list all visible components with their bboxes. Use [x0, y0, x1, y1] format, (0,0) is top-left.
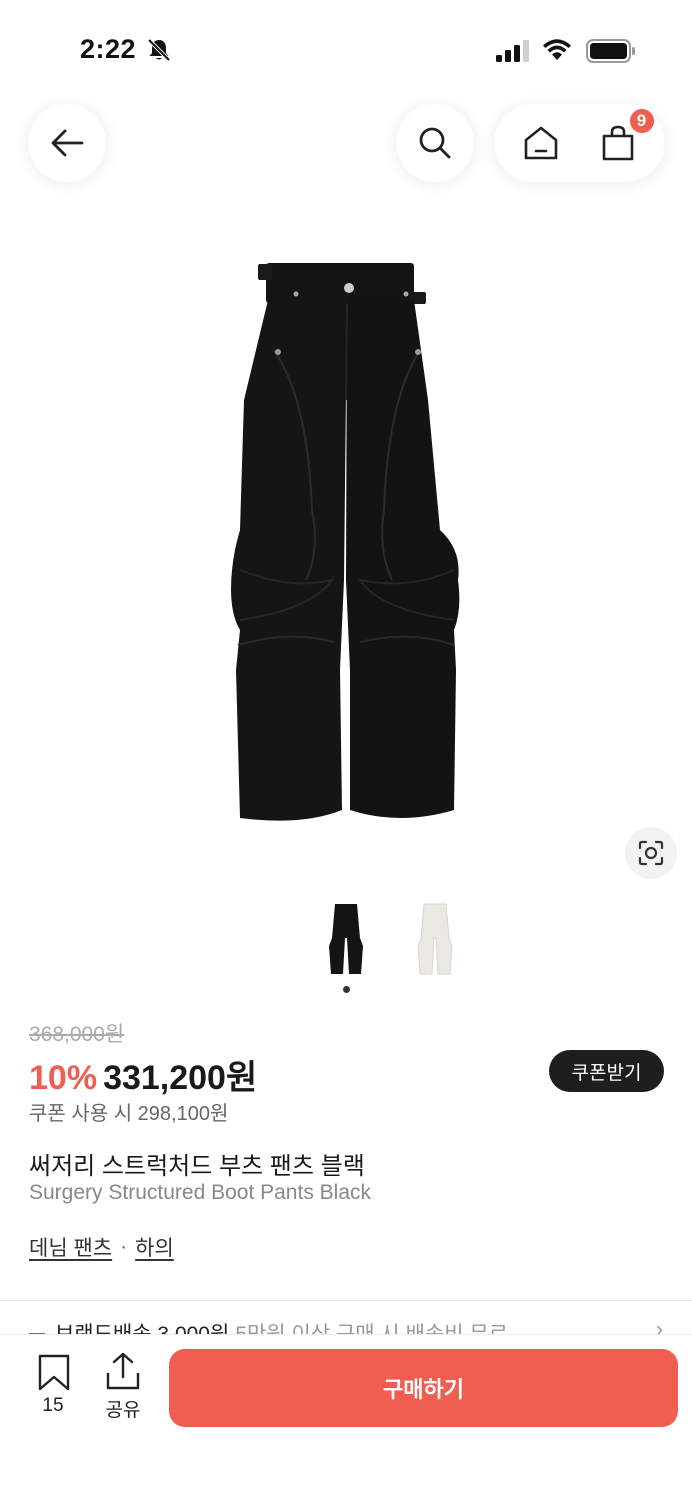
battery-icon	[586, 39, 635, 63]
bell-slash-icon	[147, 38, 171, 62]
thumbnail-white-pants[interactable]	[412, 898, 458, 978]
home-button[interactable]	[519, 121, 563, 165]
category-link-denim-pants[interactable]: 데님 팬츠	[29, 1232, 112, 1262]
get-coupon-button[interactable]: 쿠폰받기	[549, 1050, 664, 1092]
original-price: 368,000원	[29, 1023, 125, 1046]
lens-scan-icon	[638, 840, 664, 866]
buy-button[interactable]: 구매하기	[169, 1349, 678, 1427]
share-label: 공유	[105, 1400, 141, 1421]
discount-rate: 10%	[29, 1059, 98, 1097]
product-name-english: Surgery Structured Boot Pants Black	[29, 1181, 371, 1204]
category-breadcrumb: 데님 팬츠 · 하의	[29, 1232, 174, 1262]
thumbnail-strip	[0, 898, 692, 988]
price-row: 10% 331,200원	[29, 1050, 257, 1099]
cart-count-badge: 9	[627, 107, 656, 135]
home-icon	[524, 126, 557, 160]
visual-search-button[interactable]	[625, 827, 677, 879]
cart-button[interactable]: 9	[596, 107, 656, 165]
back-button[interactable]	[28, 104, 106, 182]
search-icon	[419, 127, 451, 159]
search-button[interactable]	[396, 104, 474, 182]
coupon-price: 쿠폰 사용 시 298,100원	[29, 1103, 229, 1125]
sale-price: 331,200원	[103, 1059, 258, 1097]
category-separator: ·	[120, 1235, 128, 1258]
bookmark-count: 15	[42, 1395, 64, 1416]
back-arrow-icon	[51, 129, 84, 157]
section-divider	[0, 1300, 692, 1301]
nav-right-group: 9	[494, 104, 664, 182]
carousel-indicator-dot	[343, 986, 350, 993]
product-name-korean: 써저리 스트럭처드 부츠 팬츠 블랙	[29, 1153, 365, 1180]
thumbnail-black-pants[interactable]	[323, 898, 369, 978]
bottom-action-bar: 15 공유 구매하기	[0, 1334, 692, 1500]
category-link-bottoms[interactable]: 하의	[135, 1232, 174, 1262]
status-bar: 2:22	[0, 0, 692, 100]
bookmark-icon[interactable]	[34, 1353, 74, 1391]
cellular-signal-icon	[496, 40, 529, 62]
status-time: 2:22	[80, 34, 137, 64]
share-icon[interactable]	[102, 1351, 144, 1391]
wifi-icon	[543, 39, 571, 60]
product-photo[interactable]	[210, 250, 482, 840]
